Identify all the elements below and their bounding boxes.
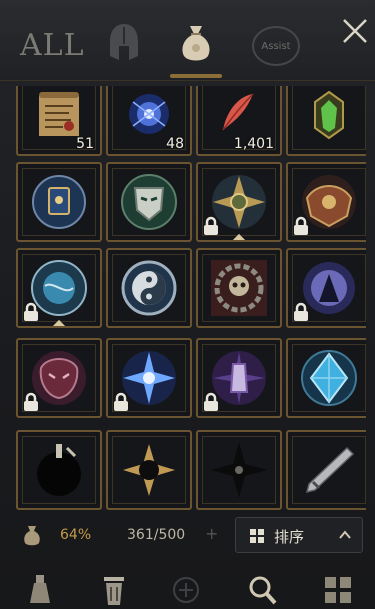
skull-wreath-icon bbox=[211, 260, 267, 316]
item-slot[interactable] bbox=[286, 162, 366, 242]
item-slot[interactable] bbox=[286, 248, 366, 328]
chevron-up-icon bbox=[339, 530, 351, 539]
tab-materials[interactable] bbox=[176, 20, 216, 64]
search-icon[interactable] bbox=[246, 573, 278, 607]
lock-icon bbox=[114, 392, 128, 411]
pouch-icon bbox=[182, 26, 210, 61]
lock-icon bbox=[204, 392, 218, 411]
inventory-screen: ALL Assist 51 48 1,401 64% 361/500 + 排序 bbox=[0, 0, 375, 609]
item-slot[interactable] bbox=[196, 248, 282, 328]
item-slot[interactable] bbox=[196, 162, 282, 242]
flask-icon bbox=[37, 444, 81, 496]
yin-yang-icon bbox=[121, 260, 177, 316]
item-quantity: 51 bbox=[76, 136, 94, 152]
mask-relic-icon bbox=[121, 174, 177, 230]
item-slot[interactable] bbox=[196, 338, 282, 418]
blade-icon bbox=[305, 446, 355, 494]
crystal-charm-icon bbox=[314, 90, 344, 140]
close-icon[interactable] bbox=[340, 16, 370, 46]
shadow-sigil-icon bbox=[211, 442, 267, 498]
tab-all[interactable]: ALL bbox=[20, 28, 85, 63]
lock-icon bbox=[294, 216, 308, 235]
weight-icon bbox=[24, 526, 40, 546]
add-icon[interactable] bbox=[170, 573, 202, 607]
bottom-toolbar bbox=[0, 565, 375, 609]
item-slot[interactable] bbox=[286, 86, 366, 156]
active-tab-indicator bbox=[170, 74, 222, 78]
diamond-relic-icon bbox=[301, 350, 357, 406]
category-tab-bar: ALL Assist bbox=[0, 0, 375, 81]
expand-capacity-icon[interactable]: + bbox=[205, 524, 218, 543]
inventory-grid: 51 48 1,401 bbox=[14, 86, 366, 510]
tome-relic-icon bbox=[32, 175, 86, 229]
lock-icon bbox=[294, 302, 308, 321]
item-slot[interactable] bbox=[106, 338, 192, 418]
item-slot[interactable] bbox=[16, 430, 102, 510]
trash-icon[interactable] bbox=[98, 573, 130, 607]
compass-icon bbox=[123, 444, 175, 496]
lock-icon bbox=[24, 392, 38, 411]
item-slot[interactable] bbox=[106, 430, 192, 510]
sort-label: 排序 bbox=[274, 528, 305, 546]
helmet-icon bbox=[110, 24, 138, 60]
item-slot[interactable]: 1,401 bbox=[196, 86, 282, 156]
item-quantity: 48 bbox=[166, 136, 184, 152]
item-slot[interactable] bbox=[16, 162, 102, 242]
item-slot[interactable]: 48 bbox=[106, 86, 192, 156]
item-slot[interactable] bbox=[286, 430, 366, 510]
item-slot[interactable] bbox=[196, 430, 282, 510]
lock-icon bbox=[204, 216, 218, 235]
weight-percent: 64% bbox=[60, 527, 92, 543]
sort-dropdown[interactable]: 排序 bbox=[235, 517, 363, 553]
inventory-capacity: 361/500 bbox=[127, 527, 186, 543]
item-quantity: 1,401 bbox=[233, 136, 274, 152]
lock-icon bbox=[24, 302, 38, 321]
item-slot[interactable] bbox=[16, 338, 102, 418]
grid-icon bbox=[250, 529, 264, 543]
grid-view-icon[interactable] bbox=[322, 573, 354, 607]
tab-equipment[interactable] bbox=[104, 20, 144, 64]
item-slot[interactable] bbox=[286, 338, 366, 418]
item-slot[interactable] bbox=[16, 248, 102, 328]
item-slot[interactable] bbox=[106, 248, 192, 328]
item-slot[interactable]: 51 bbox=[16, 86, 102, 156]
potion-icon[interactable] bbox=[24, 573, 56, 607]
tab-assist[interactable]: Assist bbox=[252, 26, 300, 66]
item-slot[interactable] bbox=[106, 162, 192, 242]
